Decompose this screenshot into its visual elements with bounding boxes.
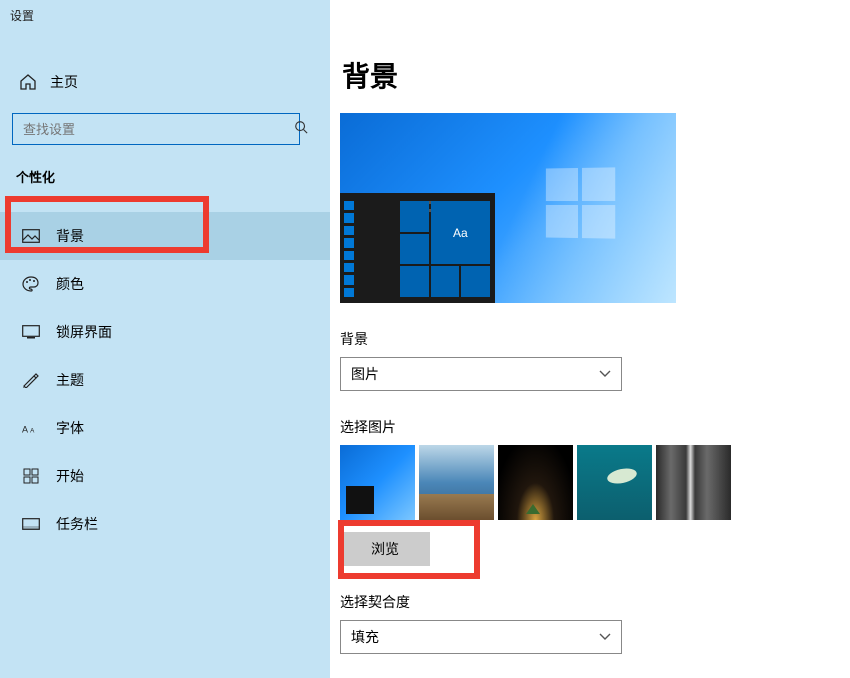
picture-thumb-3[interactable] <box>498 445 573 520</box>
main-panel: 背景 Aa 背景 图片 选择图片 <box>330 0 850 678</box>
settings-app: 设置 主页 个性化 背景 <box>0 0 850 678</box>
palette-icon <box>22 276 40 292</box>
sidebar-item-background[interactable]: 背景 <box>0 212 330 260</box>
sidebar-item-fonts[interactable]: AA 字体 <box>0 404 330 452</box>
fonts-icon: AA <box>22 421 40 435</box>
svg-text:A: A <box>30 428 35 435</box>
sidebar-item-label: 开始 <box>56 466 84 486</box>
start-icon <box>22 468 40 484</box>
picture-icon <box>22 229 40 243</box>
select-value: 图片 <box>351 364 379 384</box>
browse-button[interactable]: 浏览 <box>340 532 430 566</box>
search-container <box>12 113 318 145</box>
settings-sidebar: 设置 主页 个性化 背景 <box>0 0 330 678</box>
sidebar-item-label: 锁屏界面 <box>56 322 112 342</box>
sidebar-item-colors[interactable]: 颜色 <box>0 260 330 308</box>
themes-icon <box>22 372 40 388</box>
sidebar-item-start[interactable]: 开始 <box>0 452 330 500</box>
background-label: 背景 <box>340 329 850 349</box>
choose-picture-label: 选择图片 <box>340 417 850 437</box>
fit-label: 选择契合度 <box>340 592 850 612</box>
svg-text:A: A <box>22 425 28 435</box>
fit-select[interactable]: 填充 <box>340 620 622 654</box>
start-menu-mock: Aa <box>340 193 495 303</box>
chevron-down-icon <box>599 370 611 378</box>
search-icon <box>294 120 308 134</box>
section-header-personalization: 个性化 <box>0 145 330 196</box>
browse-container: 浏览 <box>340 526 480 566</box>
chevron-down-icon <box>599 633 611 641</box>
desktop-preview: Aa <box>340 113 676 303</box>
picture-thumb-2[interactable] <box>419 445 494 520</box>
sidebar-item-label: 字体 <box>56 418 84 438</box>
sidebar-item-label: 主题 <box>56 370 84 390</box>
picture-thumb-5[interactable] <box>656 445 731 520</box>
sidebar-item-taskbar[interactable]: 任务栏 <box>0 500 330 548</box>
home-icon <box>20 74 36 90</box>
personalization-nav: 背景 颜色 锁屏界面 主题 <box>0 212 330 548</box>
window-title: 设置 <box>0 0 330 31</box>
select-value: 填充 <box>351 627 379 647</box>
picture-thumbnails <box>340 445 850 520</box>
sidebar-item-themes[interactable]: 主题 <box>0 356 330 404</box>
home-button[interactable]: 主页 <box>0 61 330 103</box>
sidebar-item-label: 背景 <box>56 226 84 246</box>
background-type-select[interactable]: 图片 <box>340 357 622 391</box>
sidebar-item-lockscreen[interactable]: 锁屏界面 <box>0 308 330 356</box>
sidebar-item-label: 颜色 <box>56 274 84 294</box>
page-title: 背景 <box>340 0 850 113</box>
picture-thumb-1[interactable] <box>340 445 415 520</box>
preview-tile-aa: Aa <box>431 201 490 264</box>
home-label: 主页 <box>50 72 78 92</box>
picture-thumb-4[interactable] <box>577 445 652 520</box>
taskbar-icon <box>22 518 40 530</box>
sidebar-item-label: 任务栏 <box>56 514 98 534</box>
search-input[interactable] <box>12 113 300 145</box>
windows-logo-icon <box>546 167 615 238</box>
lockscreen-icon <box>22 325 40 339</box>
